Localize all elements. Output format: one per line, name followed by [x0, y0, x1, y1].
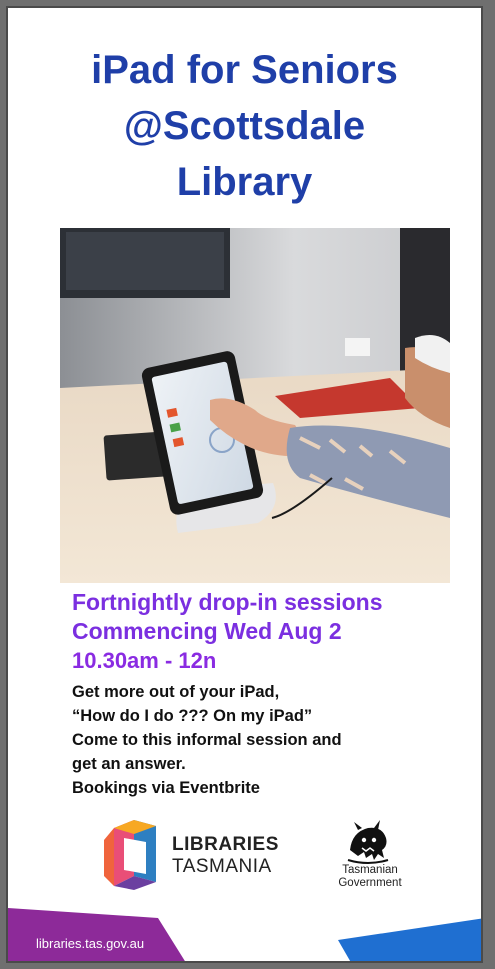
libraries-tasmania-wordmark: LIBRARIES TASMANIA — [172, 834, 279, 878]
title-line-1: iPad for Seniors — [91, 48, 398, 92]
tasmanian-government-wordmark: Tasmanian Government — [320, 864, 420, 890]
details-line-1: Get more out of your iPad, — [72, 683, 280, 701]
libraries-word: LIBRARIES — [172, 834, 279, 855]
details-line-2: “How do I do ??? On my iPad” — [72, 707, 313, 725]
website-url-link[interactable]: libraries.tas.gov.au — [36, 936, 144, 952]
flyer-page: iPad for Seniors @Scottsdale Library For… — [6, 6, 483, 963]
details-line-4: get an answer. — [72, 755, 186, 773]
title-line-2: @Scottsdale — [123, 104, 366, 148]
details-line-3: Come to this informal session and — [72, 731, 342, 749]
gov-line-1: Tasmanian — [342, 864, 398, 876]
flyer-title: iPad for Seniors @Scottsdale Library — [8, 42, 481, 210]
session-frequency: Fortnightly drop-in sessions — [72, 589, 383, 615]
title-line-3: Library — [176, 160, 313, 204]
session-info: Fortnightly drop-in sessions Commencing … — [72, 588, 472, 676]
tasmanian-devil-emblem-icon — [347, 820, 389, 864]
gov-line-2: Government — [338, 877, 402, 889]
session-start-date: Commencing Wed Aug 2 — [72, 618, 342, 644]
session-details: Get more out of your iPad, “How do I do … — [72, 680, 472, 800]
footer-band — [8, 908, 481, 961]
session-time: 10.30am - 12n — [72, 648, 217, 673]
ipad-photo — [60, 228, 450, 583]
libraries-tasmania-logo-icon — [104, 820, 156, 890]
details-line-5: Bookings via Eventbrite — [72, 779, 260, 797]
tasmania-word: TASMANIA — [172, 856, 272, 877]
